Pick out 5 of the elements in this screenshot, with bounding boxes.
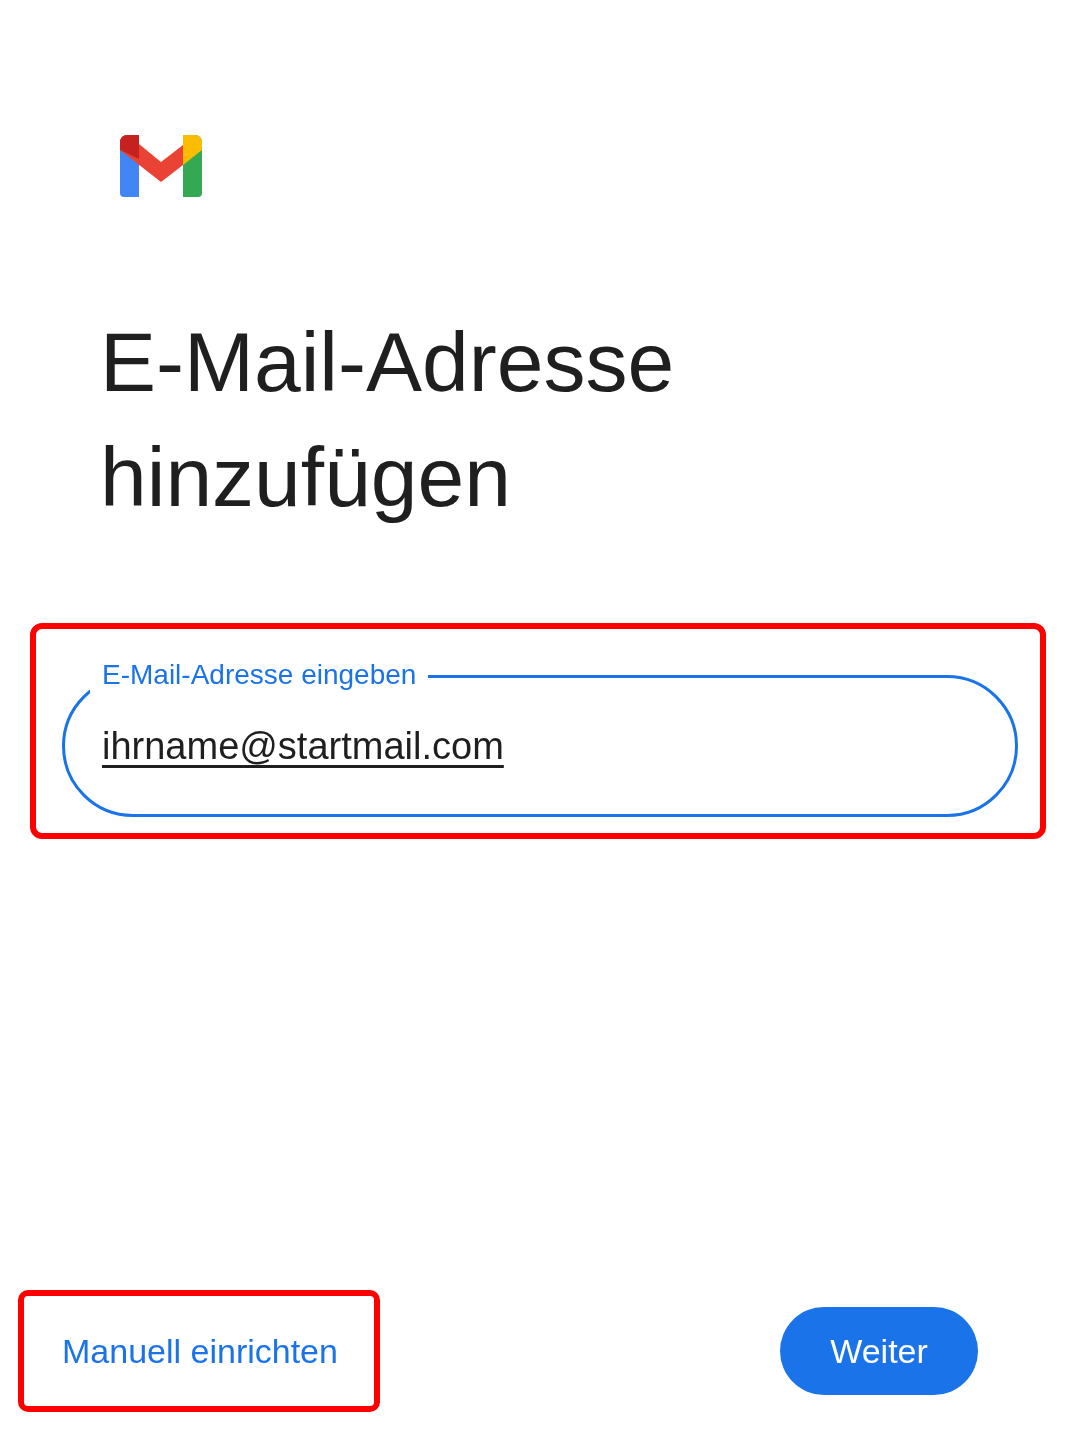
mail-logo-icon [120,135,202,197]
manual-setup-link[interactable]: Manuell einrichten [62,1323,338,1379]
page-title: E-Mail-Adresse hinzufügen [100,314,676,526]
next-button[interactable]: Weiter [780,1307,978,1395]
email-input-field[interactable]: E-Mail-Adresse eingeben ihrname@startmail.com [62,657,1018,817]
